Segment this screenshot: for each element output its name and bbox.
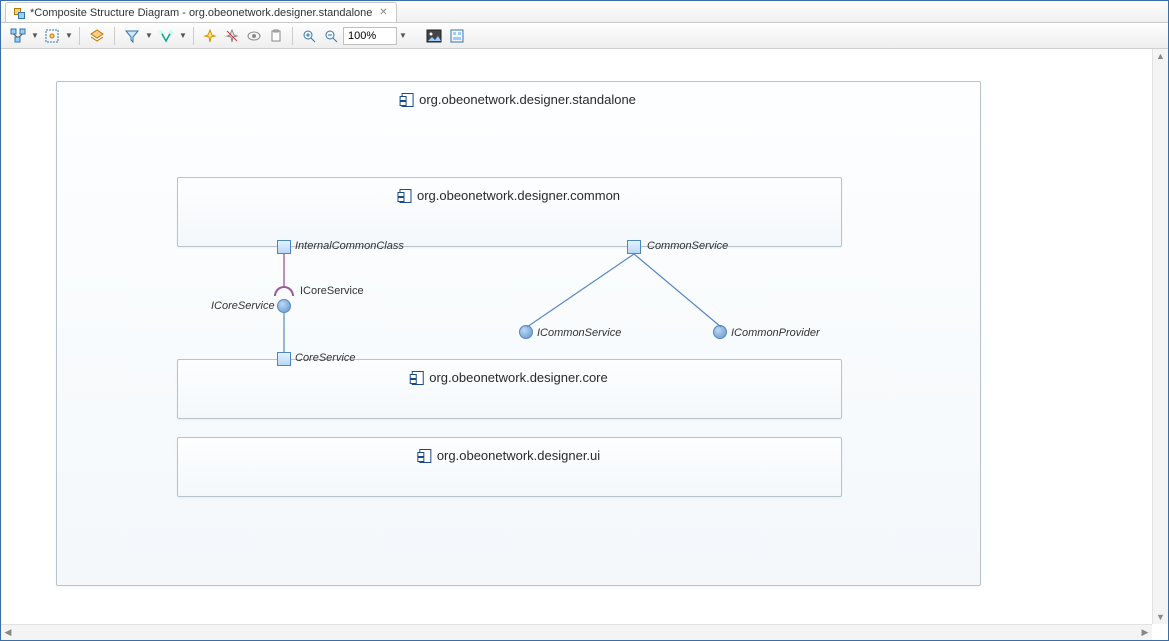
interface-label: ICoreService [300, 285, 364, 297]
window-frame: *Composite Structure Diagram - org.obeon… [0, 0, 1169, 641]
zoom-out-icon [324, 29, 338, 43]
layouting-mode-button[interactable] [447, 26, 467, 46]
pin-icon [203, 29, 217, 43]
component-ui[interactable]: org.obeonetwork.designer.ui [177, 437, 842, 497]
separator [114, 27, 115, 45]
port-label: CoreService [295, 352, 356, 364]
component-label: org.obeonetwork.designer.ui [419, 448, 600, 463]
provided-interface-ball[interactable] [277, 299, 291, 313]
filters-button[interactable] [121, 26, 143, 46]
select-all-button[interactable] [41, 26, 63, 46]
zoom-in-button[interactable] [299, 26, 319, 46]
select-icon [44, 28, 60, 44]
component-name: org.obeonetwork.designer.ui [437, 448, 600, 463]
layers-button[interactable] [86, 26, 108, 46]
component-name: org.obeonetwork.designer.common [417, 188, 620, 203]
diagram-canvas[interactable]: org.obeonetwork.designer.standalone org.… [1, 49, 1152, 624]
concerns-button[interactable] [155, 26, 177, 46]
export-image-button[interactable] [423, 26, 445, 46]
concern-icon [158, 28, 174, 44]
component-name: org.obeonetwork.designer.core [429, 370, 608, 385]
tab-strip: *Composite Structure Diagram - org.obeon… [1, 1, 1168, 23]
visibility-icon [247, 29, 261, 43]
provided-interface-ball[interactable] [713, 325, 727, 339]
component-icon [411, 371, 423, 385]
port-common-service[interactable] [627, 240, 641, 254]
component-icon [399, 189, 411, 203]
scroll-left-icon[interactable]: ◀ [1, 626, 15, 640]
select-dropdown[interactable]: ▼ [65, 26, 73, 46]
scroll-right-icon[interactable]: ▶ [1138, 626, 1152, 640]
horizontal-scrollbar[interactable]: ◀ ▶ [1, 624, 1152, 640]
port-internal-common-class[interactable] [277, 240, 291, 254]
separator [79, 27, 80, 45]
port-core-service[interactable] [277, 352, 291, 366]
unpin-icon [225, 29, 239, 43]
package-label: org.obeonetwork.designer.standalone [401, 92, 636, 107]
arrange-all-button[interactable] [7, 26, 29, 46]
layout-mode-icon [450, 29, 464, 43]
zoom-out-button[interactable] [321, 26, 341, 46]
component-label: org.obeonetwork.designer.common [399, 188, 620, 203]
component-icon [401, 93, 413, 107]
provided-interface-ball[interactable] [519, 325, 533, 339]
interface-label: ICommonService [537, 327, 621, 339]
filters-dropdown[interactable]: ▼ [145, 26, 153, 46]
scroll-up-icon[interactable]: ▲ [1154, 49, 1168, 63]
component-common[interactable]: org.obeonetwork.designer.common [177, 177, 842, 247]
package-name: org.obeonetwork.designer.standalone [419, 92, 636, 107]
pin-button[interactable] [200, 26, 220, 46]
arrange-icon [10, 28, 26, 44]
filter-icon [124, 28, 140, 44]
toolbar: ▼ ▼ ▼ ▼ [1, 23, 1168, 49]
canvas-viewport: org.obeonetwork.designer.standalone org.… [1, 49, 1168, 640]
separator [292, 27, 293, 45]
editor-tab[interactable]: *Composite Structure Diagram - org.obeon… [5, 2, 397, 22]
diagram-icon [12, 6, 26, 20]
interface-label: ICoreService [211, 300, 275, 312]
tab-title: *Composite Structure Diagram - org.obeon… [30, 7, 372, 19]
layers-icon [89, 28, 105, 44]
zoom-input[interactable] [343, 27, 397, 45]
concerns-dropdown[interactable]: ▼ [179, 26, 187, 46]
paste-format-button[interactable] [266, 26, 286, 46]
unpin-button[interactable] [222, 26, 242, 46]
zoom-in-icon [302, 29, 316, 43]
vertical-scrollbar[interactable]: ▲ ▼ [1152, 49, 1168, 624]
component-icon [419, 449, 431, 463]
arrange-dropdown[interactable]: ▼ [31, 26, 39, 46]
port-label: InternalCommonClass [295, 240, 404, 252]
image-icon [426, 29, 442, 43]
zoom-dropdown[interactable]: ▼ [399, 26, 407, 46]
port-label: CommonService [647, 240, 728, 252]
close-icon[interactable]: ✕ [376, 6, 390, 20]
component-label: org.obeonetwork.designer.core [411, 370, 608, 385]
package-standalone[interactable]: org.obeonetwork.designer.standalone org.… [56, 81, 981, 586]
scroll-down-icon[interactable]: ▼ [1154, 610, 1168, 624]
component-core[interactable]: org.obeonetwork.designer.core [177, 359, 842, 419]
required-interface-socket[interactable] [274, 286, 294, 296]
hiding-button[interactable] [244, 26, 264, 46]
clipboard-icon [269, 29, 283, 43]
separator [193, 27, 194, 45]
interface-label: ICommonProvider [731, 327, 820, 339]
